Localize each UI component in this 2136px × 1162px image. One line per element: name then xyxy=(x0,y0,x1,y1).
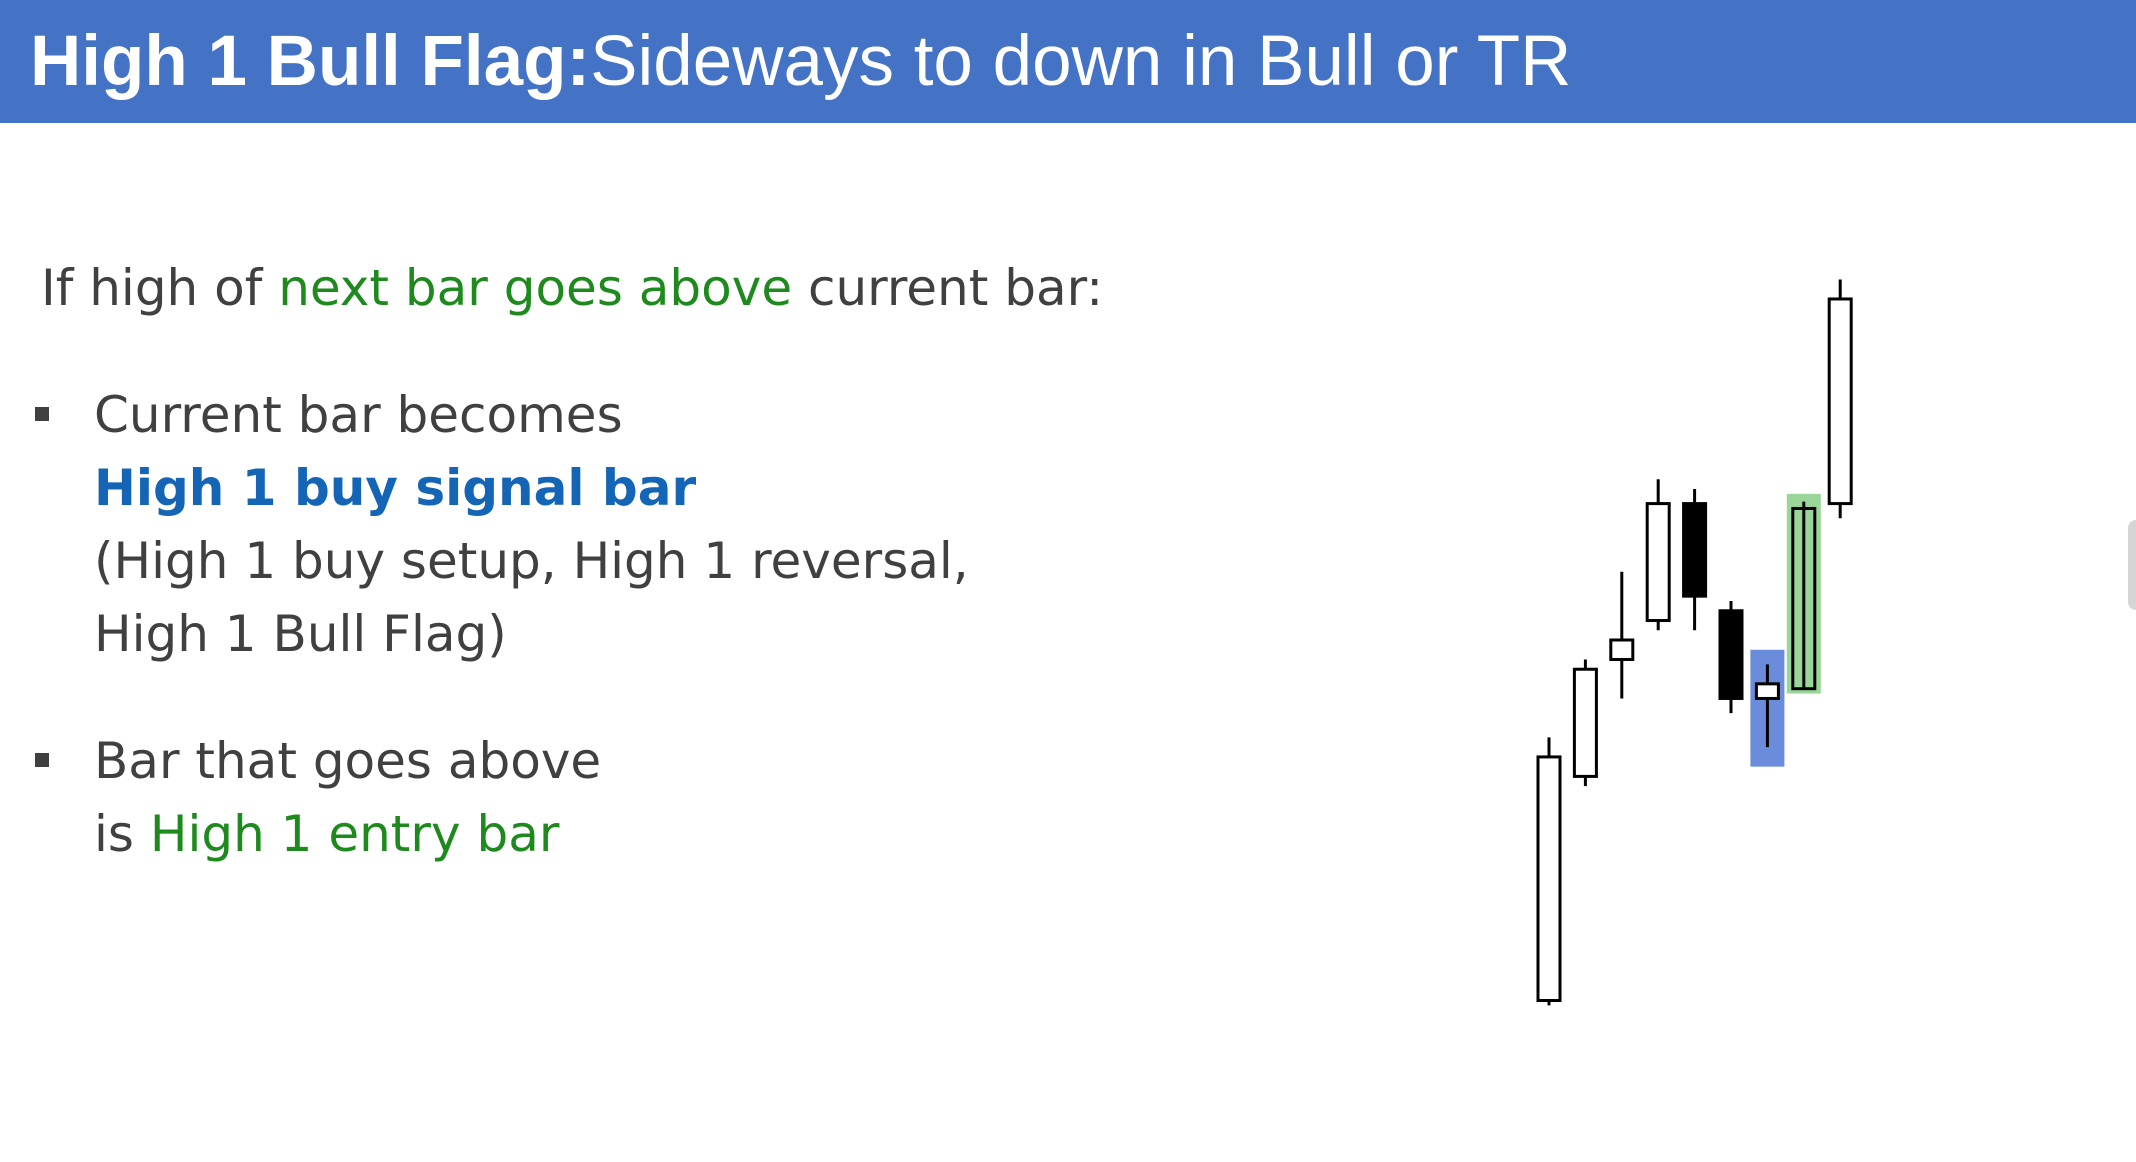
bull-candle-body xyxy=(1609,638,1635,661)
bear-candle-body xyxy=(1718,609,1744,700)
bullet-2-highlight: High 1 entry bar xyxy=(149,805,560,863)
bullet-marker-1 xyxy=(35,407,49,421)
candle-highlight-entry xyxy=(1786,493,1821,694)
bullet-1-line-1: Current bar becomes xyxy=(94,386,623,444)
bear-candle-body xyxy=(1682,502,1708,598)
intro-highlight: next bar goes above xyxy=(278,259,793,317)
bull-candle-body xyxy=(1645,502,1671,623)
bullet-entry-bar: Bar that goes above is High 1 entry bar xyxy=(94,725,601,871)
bullet-2-line-2: is High 1 entry bar xyxy=(94,798,601,871)
title-rest-part: Sideways to down in Bull or TR xyxy=(590,22,1572,101)
bull-candle-body xyxy=(1536,755,1562,1003)
bull-candle-body xyxy=(1754,682,1780,700)
candle-highlight-signal xyxy=(1750,649,1785,767)
bullet-signal-bar: Current bar becomes High 1 buy signal ba… xyxy=(94,379,969,671)
side-panel-tab[interactable] xyxy=(2128,520,2136,610)
bull-candle-body xyxy=(1827,297,1853,506)
bullet-2-line-1: Bar that goes above xyxy=(94,732,602,790)
intro-text: If high of next bar goes above current b… xyxy=(41,258,1103,318)
bull-candle-body xyxy=(1791,506,1817,691)
bullet-1-line-2: High 1 buy signal bar xyxy=(94,459,697,517)
bullet-1-line-4: High 1 Bull Flag) xyxy=(94,605,507,663)
bullet-2-prefix: is xyxy=(94,805,150,863)
bull-candle-body xyxy=(1572,667,1598,778)
intro-before: If high of xyxy=(41,259,279,317)
bullet-1-line-3: (High 1 buy setup, High 1 reversal, xyxy=(94,532,969,590)
intro-after: current bar: xyxy=(792,259,1104,317)
title-bold-part: High 1 Bull Flag: xyxy=(30,22,591,101)
bullet-marker-2 xyxy=(35,753,49,767)
slide-title: High 1 Bull Flag: Sideways to down in Bu… xyxy=(0,0,2136,123)
